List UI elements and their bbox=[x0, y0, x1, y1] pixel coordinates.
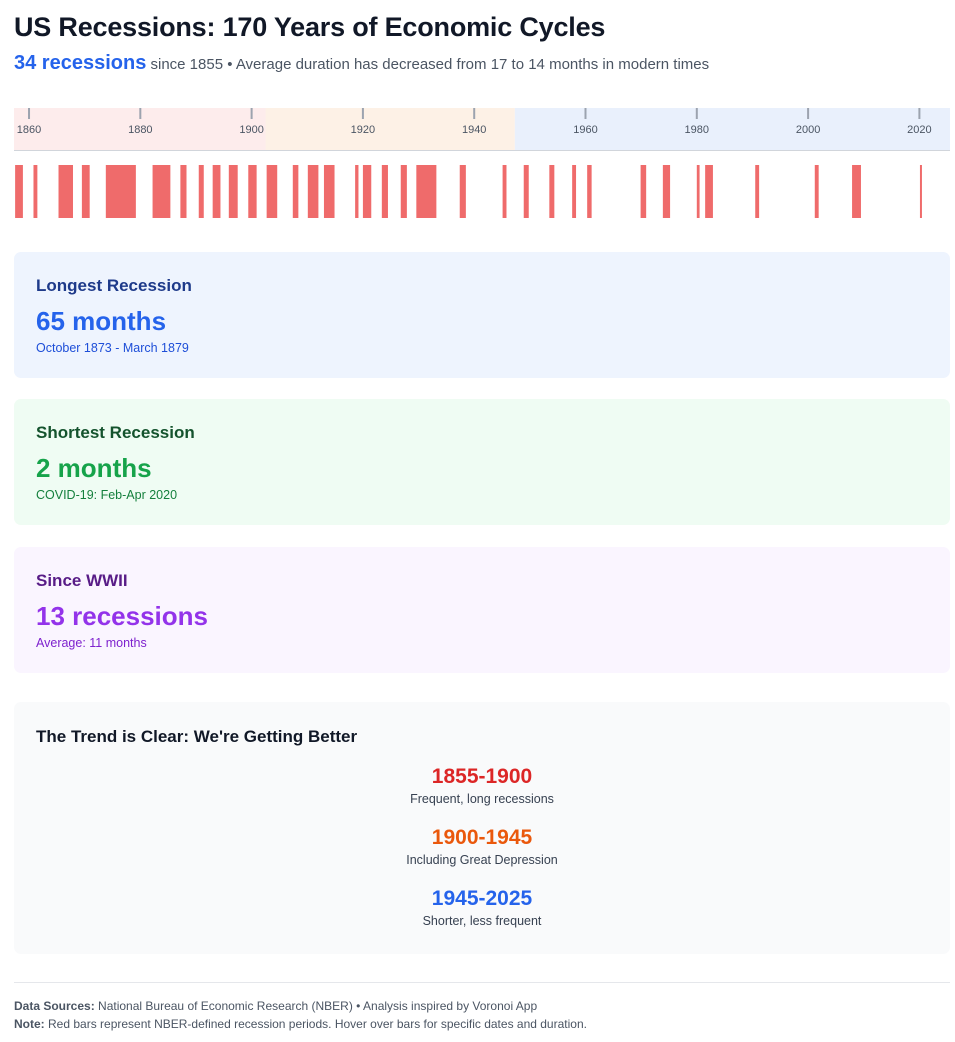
recession-bar bbox=[323, 165, 335, 218]
era-description: Including Great Depression bbox=[406, 853, 558, 867]
recession-bar bbox=[814, 165, 819, 218]
card-value: 65 months bbox=[36, 306, 167, 336]
era-period: 1900-1945 bbox=[431, 826, 533, 849]
era-description: Frequent, long recessions bbox=[410, 792, 554, 806]
recession-bar bbox=[523, 165, 529, 218]
tick-label: 1880 bbox=[128, 124, 152, 136]
recession-bar bbox=[355, 165, 359, 218]
tick-label: 1980 bbox=[685, 124, 709, 136]
recession-bar bbox=[705, 165, 713, 218]
era-period: 1945-2025 bbox=[431, 887, 533, 910]
recession-bar bbox=[459, 165, 466, 218]
tick-label: 1920 bbox=[351, 124, 375, 136]
card-title: Since WWII bbox=[36, 571, 128, 590]
trend-title: The Trend is Clear: We're Getting Better bbox=[36, 727, 358, 746]
recession-bar bbox=[307, 165, 319, 218]
longest-recession-card: Longest Recession 65 months October 1873… bbox=[14, 252, 950, 378]
tick-label: 1940 bbox=[462, 124, 486, 136]
trend-era: 1945-2025 Shorter, less frequent bbox=[14, 887, 950, 928]
timeline-svg: 1860 1880 1900 1920 1940 1960 1980 2000 2020 bbox=[14, 108, 950, 218]
tick-label: 1860 bbox=[17, 124, 41, 136]
note-label: Note: bbox=[14, 1017, 45, 1031]
trend-era: 1855-1900 Frequent, long recessions bbox=[14, 765, 950, 806]
trend-panel: The Trend is Clear: We're Getting Better… bbox=[14, 702, 950, 954]
recession-bar bbox=[81, 165, 90, 218]
recession-bar bbox=[105, 165, 136, 218]
tick-label: 2000 bbox=[796, 124, 820, 136]
since-wwii-card: Since WWII 13 recessions Average: 11 mon… bbox=[14, 547, 950, 673]
card-title: Longest Recession bbox=[36, 276, 192, 295]
footer-sources: Data Sources: National Bureau of Economi… bbox=[14, 999, 537, 1013]
recession-bar bbox=[248, 165, 257, 218]
recession-bar bbox=[212, 165, 221, 218]
recession-bar bbox=[640, 165, 647, 218]
card-subtext: COVID-19: Feb-Apr 2020 bbox=[36, 488, 178, 502]
recession-bar bbox=[228, 165, 238, 218]
card-value: 13 recessions bbox=[36, 601, 209, 631]
recession-bar bbox=[549, 165, 555, 218]
recession-bar bbox=[152, 165, 171, 218]
recession-bar bbox=[362, 165, 372, 218]
tick-label: 1900 bbox=[239, 124, 263, 136]
recession-bar bbox=[755, 165, 760, 218]
sources-text: National Bureau of Economic Research (NB… bbox=[98, 999, 538, 1013]
recession-bar bbox=[662, 165, 671, 218]
tick-label: 2020 bbox=[907, 124, 931, 136]
subtitle: 34 recessions since 1855 • Average durat… bbox=[14, 52, 709, 75]
tick-label: 1960 bbox=[573, 124, 597, 136]
recession-bar bbox=[58, 165, 73, 218]
card-subtext: October 1873 - March 1879 bbox=[36, 341, 189, 355]
recession-bar bbox=[381, 165, 388, 218]
recession-bar bbox=[180, 165, 187, 218]
subtitle-text: since 1855 • Average duration has decrea… bbox=[150, 56, 710, 73]
recession-bar bbox=[416, 165, 437, 218]
trend-era: 1900-1945 Including Great Depression bbox=[14, 826, 950, 867]
recession-bar bbox=[696, 165, 700, 218]
recession-bar bbox=[919, 165, 922, 218]
era-period: 1855-1900 bbox=[431, 765, 533, 788]
recession-bar bbox=[400, 165, 407, 218]
recession-bar bbox=[198, 165, 204, 218]
recession-bar bbox=[587, 165, 592, 218]
shortest-recession-card: Shortest Recession 2 months COVID-19: Fe… bbox=[14, 399, 950, 525]
recession-bar bbox=[502, 165, 507, 218]
era-description: Shorter, less frequent bbox=[422, 914, 542, 928]
recession-bar bbox=[852, 165, 861, 218]
recession-bar bbox=[266, 165, 278, 218]
recession-bar bbox=[292, 165, 299, 218]
footer-note: Note: Red bars represent NBER-defined re… bbox=[14, 1017, 587, 1031]
card-value: 2 months bbox=[36, 453, 152, 483]
footer-divider bbox=[14, 982, 950, 983]
page-title: US Recessions: 170 Years of Economic Cyc… bbox=[14, 12, 606, 42]
note-text: Red bars represent NBER-defined recessio… bbox=[48, 1017, 587, 1031]
recession-count: 34 recessions bbox=[14, 52, 147, 74]
recession-timeline-chart: 1860 1880 1900 1920 1940 1960 1980 2000 2020 bbox=[14, 108, 950, 228]
card-title: Shortest Recession bbox=[36, 423, 195, 442]
sources-label: Data Sources: bbox=[14, 999, 95, 1013]
recession-bar bbox=[15, 165, 23, 218]
recession-bar bbox=[572, 165, 577, 218]
card-subtext: Average: 11 months bbox=[36, 636, 147, 650]
recession-bar bbox=[33, 165, 38, 218]
